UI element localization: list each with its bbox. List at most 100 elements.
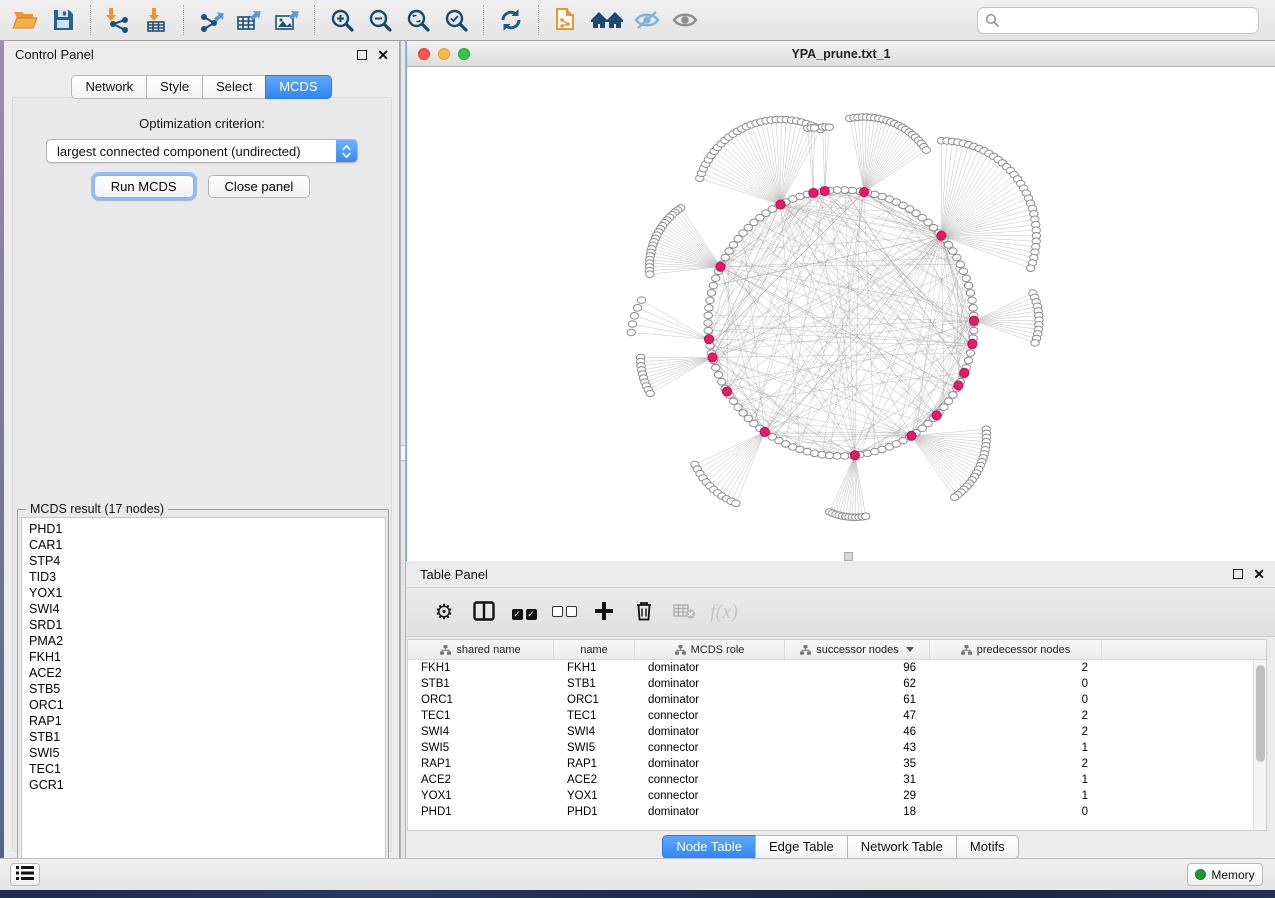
network-node[interactable]	[964, 357, 972, 364]
mcds-result-item[interactable]: YOX1	[29, 585, 385, 601]
cell-name[interactable]: RAP1	[554, 758, 635, 770]
zoom-selected-button[interactable]	[437, 2, 475, 38]
table-row[interactable]: TEC1TEC1connector472	[408, 708, 1266, 724]
network-node[interactable]	[969, 305, 977, 312]
network-node[interactable]	[706, 297, 714, 304]
network-node[interactable]	[959, 268, 967, 275]
splitter-handle[interactable]	[401, 445, 405, 461]
cell-successor-nodes[interactable]: 29	[785, 790, 930, 802]
network-node[interactable]	[734, 236, 742, 243]
table-row[interactable]: ORC1ORC1dominator610	[408, 692, 1266, 708]
export-image-button[interactable]	[268, 2, 306, 38]
cell-shared-name[interactable]: RAP1	[408, 758, 554, 770]
network-node[interactable]	[944, 242, 952, 249]
split-panel-button[interactable]	[464, 601, 504, 624]
table-row[interactable]: RAP1RAP1dominator352	[408, 756, 1266, 772]
cell-successor-nodes[interactable]: 62	[785, 678, 930, 690]
cell-MCDS-role[interactable]: dominator	[635, 806, 785, 818]
cell-MCDS-role[interactable]: dominator	[635, 758, 785, 770]
network-node[interactable]	[627, 329, 635, 336]
cell-MCDS-role[interactable]: connector	[635, 710, 785, 722]
tab-network[interactable]: Network	[71, 75, 147, 99]
network-node[interactable]	[949, 392, 957, 399]
mcds-result-item[interactable]: PHD1	[29, 521, 385, 537]
zoom-fit-button[interactable]	[399, 2, 437, 38]
network-node[interactable]	[704, 327, 712, 334]
import-network-button[interactable]	[99, 2, 137, 38]
network-node[interactable]	[966, 290, 974, 297]
table-row[interactable]: SWI4SWI4dominator462	[408, 724, 1266, 740]
table-scrollbar[interactable]	[1253, 660, 1266, 830]
mcds-result-item[interactable]: CAR1	[29, 537, 385, 553]
select-all-button[interactable]: ✓✓	[504, 605, 544, 620]
network-node[interactable]	[630, 312, 638, 319]
cell-successor-nodes[interactable]: 35	[785, 758, 930, 770]
cell-name[interactable]: STB1	[554, 678, 635, 690]
cell-successor-nodes[interactable]: 46	[785, 726, 930, 738]
export-table-button[interactable]	[230, 2, 268, 38]
column-header-name[interactable]: name	[554, 640, 635, 659]
cell-shared-name[interactable]: YOX1	[408, 790, 554, 802]
network-hub-node[interactable]	[954, 381, 963, 390]
cell-MCDS-role[interactable]: dominator	[635, 726, 785, 738]
table-row[interactable]: YOX1YOX1connector291	[408, 788, 1266, 804]
import-table-button[interactable]	[137, 2, 175, 38]
network-node[interactable]	[970, 327, 978, 334]
network-node[interactable]	[962, 275, 970, 282]
network-node[interactable]	[628, 321, 636, 328]
save-session-button[interactable]	[44, 2, 82, 38]
network-node[interactable]	[810, 125, 818, 132]
cell-shared-name[interactable]: STB1	[408, 678, 554, 690]
show-panels-button[interactable]	[10, 863, 40, 886]
cell-MCDS-role[interactable]: connector	[635, 742, 785, 754]
table-tab-network-table[interactable]: Network Table	[847, 835, 957, 859]
cell-successor-nodes[interactable]: 61	[785, 694, 930, 706]
cell-predecessor-nodes[interactable]: 1	[930, 790, 1102, 802]
column-header-shared-name[interactable]: shared name	[408, 640, 554, 659]
column-header-MCDS-role[interactable]: MCDS role	[635, 640, 785, 659]
delete-columns-button[interactable]	[624, 600, 664, 624]
close-panel-icon[interactable]: ✕	[377, 50, 389, 60]
network-hub-node[interactable]	[859, 187, 868, 196]
float-table-panel-icon[interactable]	[1233, 569, 1243, 579]
table-scrollbar-thumb[interactable]	[1256, 665, 1265, 762]
cell-MCDS-role[interactable]: dominator	[635, 662, 785, 674]
memory-button[interactable]: Memory	[1187, 863, 1263, 886]
cell-predecessor-nodes[interactable]: 1	[930, 774, 1102, 786]
network-node[interactable]	[712, 364, 720, 371]
tab-style[interactable]: Style	[146, 75, 203, 99]
export-network-button[interactable]	[192, 2, 230, 38]
mcds-result-item[interactable]: GCR1	[29, 777, 385, 793]
cell-predecessor-nodes[interactable]: 2	[930, 758, 1102, 770]
table-row[interactable]: SWI5SWI5connector431	[408, 740, 1266, 756]
cell-predecessor-nodes[interactable]: 2	[930, 710, 1102, 722]
add-column-button[interactable]	[584, 601, 624, 624]
table-row[interactable]: PHD1PHD1dominator180	[408, 804, 1266, 820]
network-node[interactable]	[949, 248, 957, 255]
cell-MCDS-role[interactable]: dominator	[635, 678, 785, 690]
search-input[interactable]	[977, 7, 1259, 34]
tab-select[interactable]: Select	[202, 75, 266, 99]
network-canvas-area[interactable]	[406, 67, 1275, 561]
network-hub-node[interactable]	[776, 200, 785, 209]
network-node[interactable]	[940, 404, 948, 411]
mcds-result-item[interactable]: TID3	[29, 569, 385, 585]
network-node[interactable]	[729, 398, 737, 405]
network-node[interactable]	[825, 124, 833, 131]
cell-name[interactable]: PHD1	[554, 806, 635, 818]
cell-predecessor-nodes[interactable]: 2	[930, 662, 1102, 674]
network-node[interactable]	[705, 305, 713, 312]
first-neighbors-button[interactable]	[585, 2, 629, 38]
zoom-in-button[interactable]	[323, 2, 361, 38]
cell-name[interactable]: FKH1	[554, 662, 635, 674]
network-hub-node[interactable]	[704, 335, 713, 344]
cell-name[interactable]: ORC1	[554, 694, 635, 706]
cell-name[interactable]: YOX1	[554, 790, 635, 802]
network-hub-node[interactable]	[937, 231, 946, 240]
network-node[interactable]	[729, 242, 737, 249]
cell-shared-name[interactable]: SWI4	[408, 726, 554, 738]
cell-successor-nodes[interactable]: 47	[785, 710, 930, 722]
cell-MCDS-role[interactable]: connector	[635, 790, 785, 802]
mcds-result-item[interactable]: SWI4	[29, 601, 385, 617]
table-tab-edge-table[interactable]: Edge Table	[755, 835, 848, 859]
